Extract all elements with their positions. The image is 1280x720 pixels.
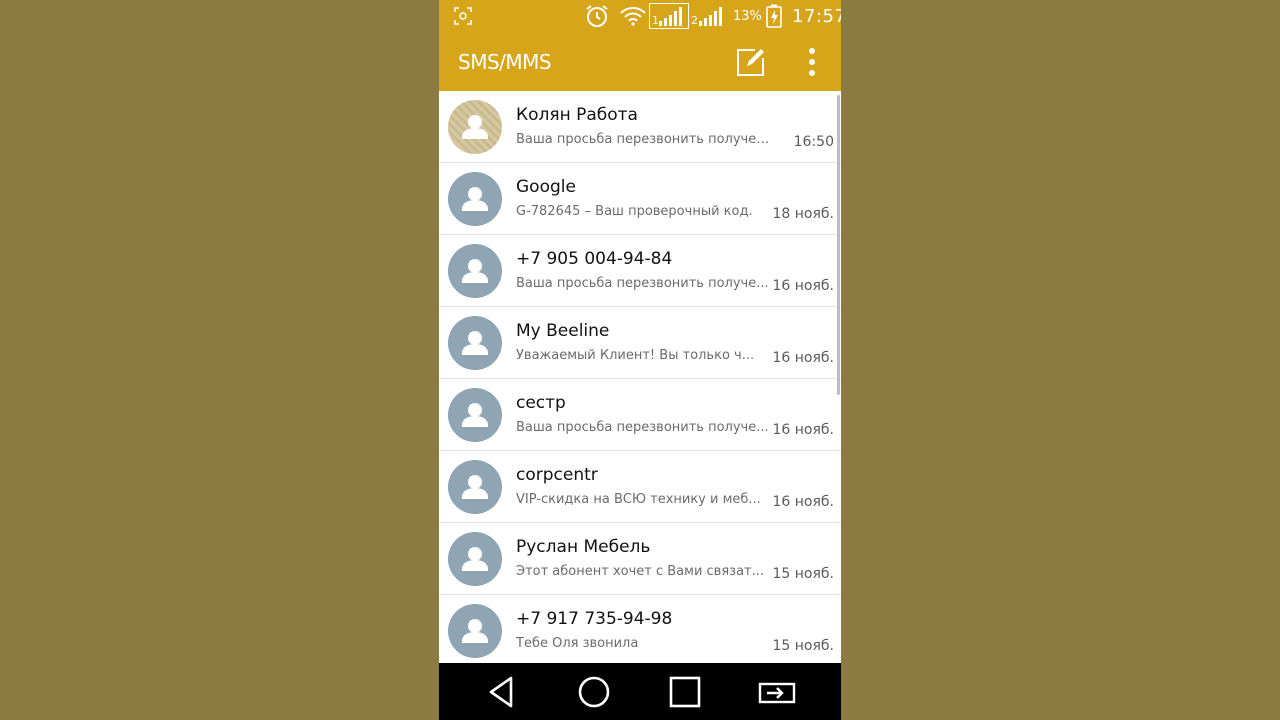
wifi-icon xyxy=(619,5,647,27)
navigation-bar xyxy=(439,663,841,720)
contact-avatar[interactable] xyxy=(448,172,502,226)
contact-name: +7 905 004-94-84 xyxy=(516,249,673,269)
dual-window-button[interactable] xyxy=(757,673,797,711)
screenshot-icon xyxy=(453,5,473,27)
person-icon xyxy=(462,619,488,643)
person-icon xyxy=(462,259,488,283)
home-button[interactable] xyxy=(574,673,614,711)
contact-avatar[interactable] xyxy=(448,460,502,514)
conversation-item[interactable]: Колян Работа Ваша просьба перезвонить пол… xyxy=(439,91,841,163)
conversation-list[interactable]: Колян Работа Ваша просьба перезвонить пол… xyxy=(439,91,841,663)
person-icon xyxy=(462,115,488,139)
back-icon xyxy=(489,676,513,708)
conversation-item[interactable]: Руслан Мебель Этот абонент хочет с Вами с… xyxy=(439,523,841,595)
message-time: 15 нояб. xyxy=(772,566,835,582)
person-icon xyxy=(462,331,488,355)
scrollbar[interactable] xyxy=(837,95,840,395)
contact-name: +7 917 735-94-98 xyxy=(516,609,673,629)
contact-name: My Beeline xyxy=(516,321,610,341)
contact-name: Руслан Мебель xyxy=(516,537,651,557)
message-preview: Ваша просьба перезвонить получе... xyxy=(516,420,769,435)
message-time: 16 нояб. xyxy=(772,422,835,438)
message-preview: Тебе Оля звонила xyxy=(516,636,639,651)
message-preview: VIP-скидка на ВСЮ технику и меб... xyxy=(516,492,761,507)
dual-window-icon xyxy=(758,682,796,704)
conversation-item[interactable]: +7 917 735-94-98 Тебе Оля звонила 15 нояб. xyxy=(439,595,841,663)
person-icon xyxy=(462,403,488,427)
battery-percent: 13% xyxy=(733,8,762,24)
contact-avatar[interactable] xyxy=(448,388,502,442)
message-time: 16 нояб. xyxy=(772,350,835,366)
battery-charging-icon xyxy=(766,4,782,28)
message-preview: Ваша просьба перезвонить получе... xyxy=(516,276,769,291)
contact-name: Колян Работа xyxy=(516,105,638,125)
more-options-button[interactable] xyxy=(801,45,823,79)
contact-avatar[interactable] xyxy=(448,316,502,370)
compose-button[interactable] xyxy=(733,45,767,79)
contact-name: сестр xyxy=(516,393,566,413)
status-bar: 1 2 13% 17:57 xyxy=(439,0,841,33)
recents-button[interactable] xyxy=(665,673,705,711)
conversation-item[interactable]: Google G-782645 – Ваш проверочный код. 18 … xyxy=(439,163,841,235)
conversation-item[interactable]: My Beeline Уважаемый Клиент! Вы только ч.… xyxy=(439,307,841,379)
person-icon xyxy=(462,547,488,571)
message-preview: G-782645 – Ваш проверочный код. xyxy=(516,204,753,219)
contact-name: Google xyxy=(516,177,576,197)
contact-avatar[interactable] xyxy=(448,100,502,154)
message-time: 15 нояб. xyxy=(772,638,835,654)
contact-name: corpcentr xyxy=(516,465,598,485)
message-time: 18 нояб. xyxy=(772,206,835,222)
alarm-icon xyxy=(584,5,610,27)
svg-text:2: 2 xyxy=(691,14,698,27)
message-preview: Этот абонент хочет с Вами связат... xyxy=(516,564,765,579)
person-icon xyxy=(462,187,488,211)
more-vert-icon xyxy=(809,48,815,76)
compose-icon xyxy=(737,49,764,76)
conversation-item[interactable]: +7 905 004-94-84 Ваша просьба перезвонить… xyxy=(439,235,841,307)
status-clock: 17:57 xyxy=(792,5,841,27)
conversation-item[interactable]: corpcentr VIP-скидка на ВСЮ технику и меб… xyxy=(439,451,841,523)
signal-sim1-icon: 1 xyxy=(649,3,689,29)
back-button[interactable] xyxy=(483,673,523,711)
conversation-item[interactable]: сестр Ваша просьба перезвонить получе... 1… xyxy=(439,379,841,451)
message-time: 16:50 xyxy=(793,134,834,150)
contact-avatar[interactable] xyxy=(448,532,502,586)
message-preview: Ваша просьба перезвонить получена... xyxy=(516,132,771,147)
signal-sim2-icon: 2 xyxy=(689,5,729,27)
app-title: SMS/MMS xyxy=(458,50,552,74)
message-preview: Уважаемый Клиент! Вы только ч... xyxy=(516,348,755,363)
person-icon xyxy=(462,475,488,499)
phone-screen: 1 2 13% 17:57 SMS/MMS Колян Работа Ваша п… xyxy=(439,0,841,720)
home-icon xyxy=(578,676,610,708)
svg-text:1: 1 xyxy=(652,14,659,27)
message-time: 16 нояб. xyxy=(772,278,835,294)
contact-avatar[interactable] xyxy=(448,604,502,658)
message-time: 16 нояб. xyxy=(772,494,835,510)
recents-icon xyxy=(669,676,701,708)
contact-avatar[interactable] xyxy=(448,244,502,298)
app-bar: SMS/MMS xyxy=(439,33,841,91)
